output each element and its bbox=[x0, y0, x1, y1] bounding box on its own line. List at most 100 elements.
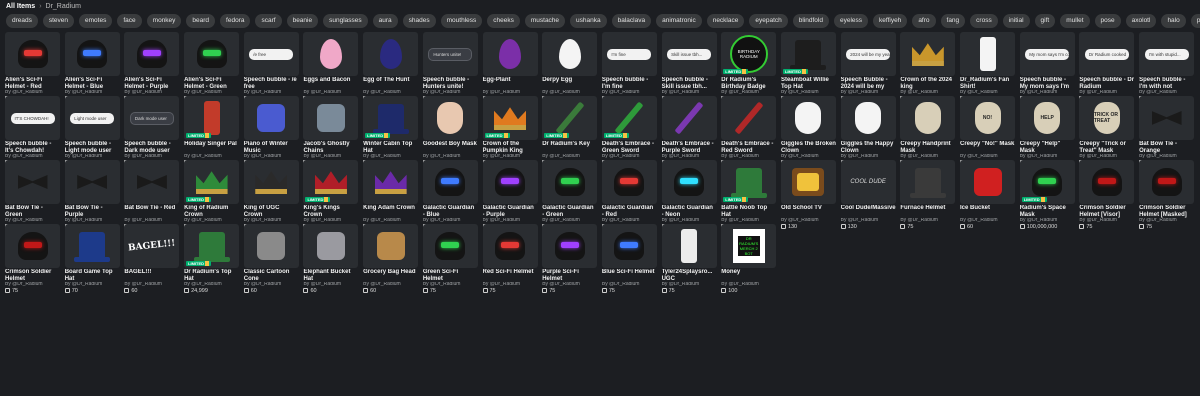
tag-chip[interactable]: dreads bbox=[6, 14, 38, 28]
item-thumbnail[interactable]: My mom says I'm cool bbox=[1019, 32, 1075, 76]
item-name[interactable]: Giggles the Broken Clown bbox=[781, 141, 836, 154]
catalog-item-card[interactable]: LIMITEDKing's Kings CrownBy @Dr_Radium13… bbox=[303, 160, 359, 230]
item-name[interactable]: Speech bubble - I'm with not bbox=[1139, 77, 1194, 90]
catalog-item-card[interactable]: I'm with stupid... Speech bubble - I'm wi… bbox=[1139, 32, 1195, 102]
item-name[interactable]: Elephant Bucket Hat bbox=[303, 269, 358, 282]
catalog-item-card[interactable]: Crown of the 2024 kingBy @Dr_Radium60 bbox=[900, 32, 956, 102]
item-name[interactable]: Ice Bucket bbox=[960, 205, 1015, 218]
item-thumbnail[interactable] bbox=[482, 160, 538, 204]
item-name[interactable]: Alien's Sci-Fi Helmet - Red bbox=[5, 77, 60, 90]
catalog-item-card[interactable]: LIMITED Death's Embrace - Green Sword By @… bbox=[601, 96, 657, 166]
catalog-item-card[interactable]: Bat Bow Tie - GreenBy @Dr_Radium25 bbox=[5, 160, 60, 230]
item-thumbnail[interactable]: COOL DUDE bbox=[840, 160, 896, 204]
item-name[interactable]: Purple Sci-Fi Helmet bbox=[542, 269, 597, 282]
item-name[interactable]: Alien's Sci-Fi Helmet - Blue bbox=[65, 77, 120, 90]
catalog-item-card[interactable]: BAGEL!!! BAGEL!!! By @Dr_Radium 60 bbox=[124, 224, 180, 294]
catalog-item-card[interactable]: HELPCreepy "Help" MaskBy @Dr_Radium75 bbox=[1019, 96, 1075, 166]
item-name[interactable]: Steamboat Willie Top Hat bbox=[781, 77, 836, 90]
catalog-item-card[interactable]: IT'S CHOWDAH! Speech bubble - It's Chowda… bbox=[5, 96, 60, 166]
catalog-item-card[interactable]: Galactic Guardian - RedBy @Dr_Radium60 bbox=[601, 160, 657, 230]
tag-chip[interactable]: ushanka bbox=[570, 14, 607, 28]
item-name[interactable]: Death's Embrace - Red Sword bbox=[721, 141, 776, 154]
catalog-item-card[interactable]: Jacob's Ghostly ChainsBy @Dr_Radium130 bbox=[303, 96, 359, 166]
catalog-item-card[interactable]: Classic Cartoon Cone By @Dr_Radium 60 bbox=[243, 224, 299, 294]
item-name[interactable]: Eggs and Bacon bbox=[303, 77, 358, 90]
item-name[interactable]: Holiday Singer Pal bbox=[184, 141, 239, 154]
item-thumbnail[interactable]: I'm fine bbox=[601, 32, 657, 76]
tag-chip[interactable]: sunglasses bbox=[323, 14, 368, 28]
item-name[interactable]: Bat Bow Tie - Red bbox=[124, 205, 179, 218]
item-name[interactable]: King Adam Crown bbox=[363, 205, 418, 218]
item-name[interactable]: Dr Radium's Top Hat bbox=[184, 269, 239, 282]
item-thumbnail[interactable] bbox=[1139, 160, 1195, 204]
catalog-item-card[interactable]: LIMITED Radium's Space Mask By @Dr_Radium 1… bbox=[1019, 160, 1075, 230]
tag-chip[interactable]: face bbox=[117, 14, 142, 28]
item-thumbnail[interactable] bbox=[422, 160, 478, 204]
tag-chip[interactable]: mouthless bbox=[440, 14, 483, 28]
item-thumbnail[interactable]: Dr Radium cooked bbox=[1079, 32, 1135, 76]
item-thumbnail[interactable] bbox=[64, 160, 120, 204]
item-name[interactable]: Galactic Guardian - Green bbox=[542, 205, 597, 218]
catalog-item-card[interactable]: Light mode user Speech bubble - Light mod… bbox=[64, 96, 120, 166]
tag-chip[interactable]: mustache bbox=[524, 14, 566, 28]
tag-chip[interactable]: pose bbox=[1094, 14, 1121, 28]
catalog-item-card[interactable]: COOL DUDE Cool Dude/Massive By @Dr_Radium 1… bbox=[840, 160, 896, 230]
item-name[interactable]: Speech bubble - Dark mode user bbox=[124, 141, 179, 154]
tag-chip[interactable]: blindfold bbox=[792, 14, 829, 28]
item-thumbnail[interactable]: LIMITED bbox=[542, 96, 598, 140]
item-name[interactable]: Egg of The Hunt bbox=[363, 77, 418, 90]
catalog-item-card[interactable]: Dark mode user Speech bubble - Dark mode … bbox=[124, 96, 180, 166]
item-name[interactable]: Board Game Top Hat bbox=[65, 269, 120, 282]
catalog-item-card[interactable]: LIMITED Dr Radium's Top Hat By @Dr_Radium 2… bbox=[184, 224, 240, 294]
tag-chip[interactable]: keffiyeh bbox=[873, 14, 908, 28]
breadcrumb-root[interactable]: All Items bbox=[6, 3, 35, 10]
item-name[interactable]: Speech bubble - Dr Radium bbox=[1079, 77, 1134, 90]
item-thumbnail[interactable] bbox=[5, 160, 60, 204]
item-name[interactable]: Tyler24Splaysro... UGC bbox=[662, 269, 717, 282]
item-thumbnail[interactable] bbox=[900, 160, 956, 204]
item-thumbnail[interactable] bbox=[64, 224, 120, 268]
item-name[interactable]: Crimson Soldier Helmet [Masked] bbox=[1139, 205, 1194, 218]
item-thumbnail[interactable] bbox=[363, 224, 419, 268]
item-name[interactable]: Blue Sci-Fi Helmet bbox=[602, 269, 657, 282]
catalog-item-card[interactable]: Alien's Sci-Fi Helmet - Purple By @Dr_Rad… bbox=[124, 32, 180, 102]
tag-chip[interactable]: aura bbox=[372, 14, 398, 28]
item-thumbnail[interactable]: LIMITED bbox=[721, 160, 777, 204]
catalog-item-card[interactable]: Galactic Guardian - GreenBy @Dr_Radium60 bbox=[542, 160, 598, 230]
catalog-item-card[interactable]: Crimson Soldier Helmet [Visor] By @Dr_Rad… bbox=[1079, 160, 1135, 230]
catalog-item-card[interactable]: Giggles the Broken ClownBy @Dr_Radium130 bbox=[780, 96, 836, 166]
catalog-item-card[interactable]: My mom says I'm cool Speech bubble - My m… bbox=[1019, 32, 1075, 102]
catalog-item-card[interactable]: Tyler24Splaysro... UGC By @Dr_Radium 75 bbox=[661, 224, 717, 294]
item-thumbnail[interactable] bbox=[303, 96, 359, 140]
catalog-item-card[interactable]: LIMITEDBattle Noob Top HatBy @Dr_Radium6… bbox=[721, 160, 777, 230]
tag-chip[interactable]: animatronic bbox=[656, 14, 702, 28]
tag-chip[interactable]: initial bbox=[1002, 14, 1030, 28]
item-thumbnail[interactable] bbox=[124, 32, 180, 76]
tag-chip[interactable]: monkey bbox=[146, 14, 182, 28]
item-thumbnail[interactable]: NO! bbox=[960, 96, 1015, 140]
catalog-item-card[interactable]: LIMITEDDr Radium's KeyBy @Dr_Radium399 bbox=[542, 96, 598, 166]
item-name[interactable]: King of Radium Crown bbox=[184, 205, 239, 218]
item-name[interactable]: Creepy "Trick or Treat" Mask bbox=[1079, 141, 1134, 154]
item-thumbnail[interactable] bbox=[661, 160, 717, 204]
item-thumbnail[interactable] bbox=[422, 224, 478, 268]
tag-chip[interactable]: steven bbox=[42, 14, 75, 28]
catalog-item-card[interactable]: DR RADIUM'S MERCH 2 BOT Money By @Dr_Radiu… bbox=[721, 224, 777, 294]
item-thumbnail[interactable] bbox=[960, 32, 1015, 76]
item-thumbnail[interactable]: TRICK OR TREAT bbox=[1079, 96, 1135, 140]
catalog-item-card[interactable]: Death's Embrace - Red Sword By @Dr_Radium… bbox=[721, 96, 777, 166]
catalog-item-card[interactable]: Egg-PlantBy @Dr_Radium60 bbox=[482, 32, 538, 102]
tag-chip[interactable]: beard bbox=[186, 14, 216, 28]
item-thumbnail[interactable]: IT'S CHOWDAH! bbox=[5, 96, 60, 140]
catalog-item-card[interactable]: LIMITEDHoliday Singer PalBy @Dr_Radium46… bbox=[184, 96, 240, 166]
catalog-item-card[interactable]: I'm fine Speech bubble - I'm fine By @Dr_R… bbox=[601, 32, 657, 102]
item-name[interactable]: Crimson Soldier Helmet [Visor] bbox=[1079, 205, 1134, 218]
item-name[interactable]: Radium's Space Mask bbox=[1020, 205, 1075, 218]
item-thumbnail[interactable] bbox=[363, 32, 419, 76]
catalog-item-card[interactable]: Bat Bow Tie - RedBy @Dr_Radium25 bbox=[124, 160, 180, 230]
catalog-item-card[interactable]: Galactic Guardian - NeonBy @Dr_Radium60 bbox=[661, 160, 717, 230]
item-thumbnail[interactable]: 2024 will be my year fr bbox=[840, 32, 896, 76]
catalog-item-card[interactable]: Giggles the Happy ClownBy @Dr_Radium130 bbox=[840, 96, 896, 166]
item-name[interactable]: Bat Bow Tie - Green bbox=[5, 205, 60, 218]
item-thumbnail[interactable] bbox=[1139, 96, 1195, 140]
